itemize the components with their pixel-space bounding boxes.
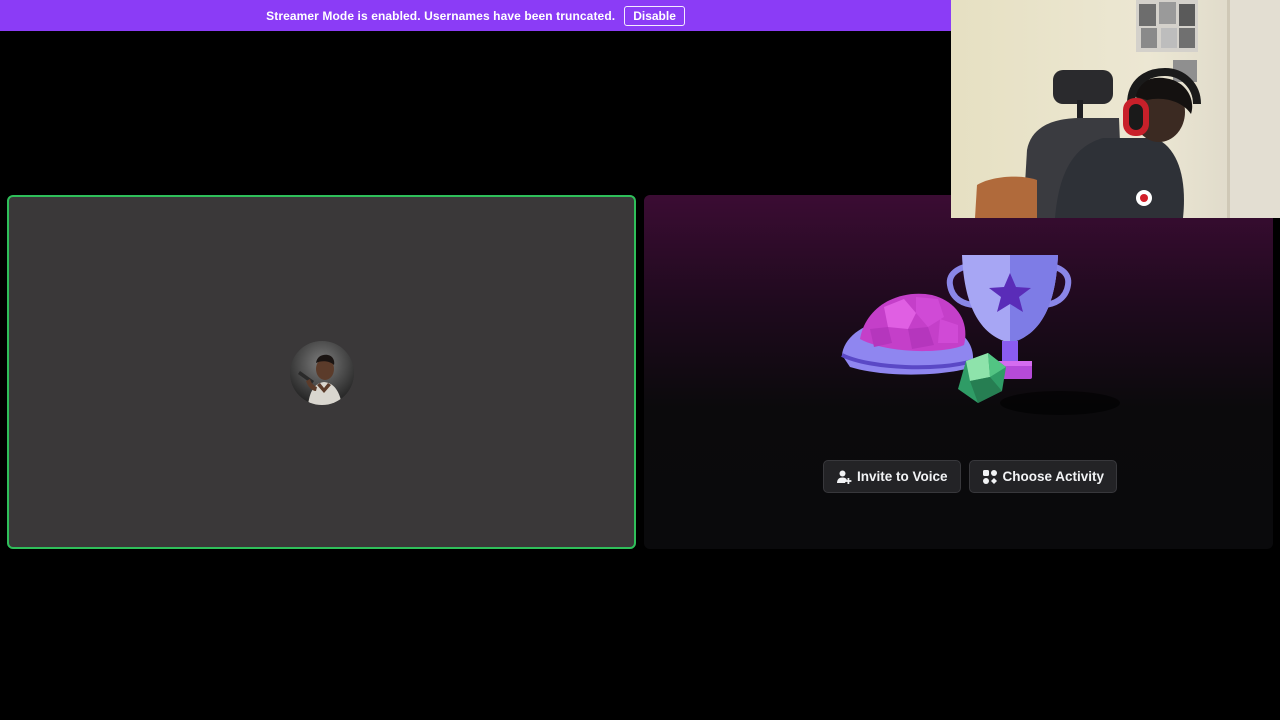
user-avatar-icon [290, 341, 354, 405]
webcam-image [951, 0, 1280, 218]
streamer-webcam [951, 0, 1280, 218]
disable-streamer-mode-button[interactable]: Disable [624, 5, 685, 26]
activity-hero-illustration [841, 255, 1120, 415]
activity-panel: Invite to Voice Choose Activity [644, 195, 1273, 549]
choose-activity-button[interactable]: Choose Activity [968, 460, 1118, 493]
streamer-mode-notice: Streamer Mode is enabled. Usernames have… [0, 0, 951, 31]
invite-to-voice-button[interactable]: Invite to Voice [823, 460, 961, 493]
activities-icon [982, 469, 997, 484]
activity-actions: Invite to Voice Choose Activity [823, 460, 1118, 493]
participant-voice-tile[interactable] [7, 195, 636, 549]
participant-avatar[interactable] [290, 341, 354, 405]
invite-to-voice-label: Invite to Voice [857, 469, 948, 484]
voice-call-view: Streamer Mode is enabled. Usernames have… [0, 0, 1280, 720]
streamer-mode-message: Streamer Mode is enabled. Usernames have… [266, 8, 616, 23]
choose-activity-label: Choose Activity [1002, 469, 1105, 484]
turtle-shell-icon [841, 293, 974, 375]
add-user-icon [837, 470, 852, 484]
